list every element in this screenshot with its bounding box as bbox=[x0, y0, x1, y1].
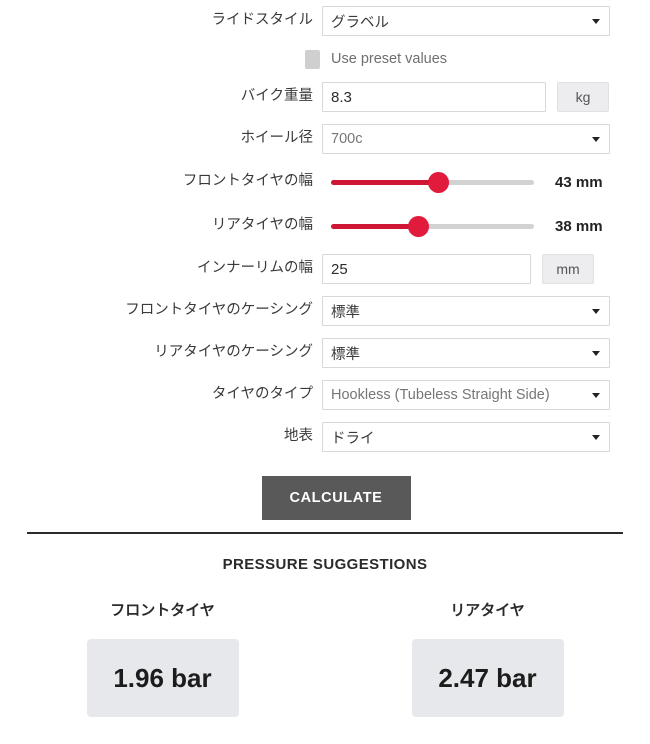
rear-tire-width-label: リアタイヤの幅 bbox=[211, 217, 313, 234]
field-row-front-casing: フロントタイヤのケーシング 標準 bbox=[0, 290, 650, 332]
rear-casing-control: 標準 bbox=[322, 338, 650, 368]
front-tire-width-value: 43 mm bbox=[555, 173, 603, 191]
field-row-use-preset: Use preset values bbox=[0, 42, 650, 76]
ride-style-control: グラベル bbox=[322, 6, 650, 36]
chevron-down-icon bbox=[592, 19, 600, 24]
front-casing-select[interactable]: 標準 bbox=[322, 296, 610, 326]
wheel-size-value: 700c bbox=[331, 131, 363, 147]
surface-label: 地表 bbox=[284, 428, 313, 445]
front-tire-width-slider[interactable] bbox=[331, 171, 534, 193]
result-front-label: フロントタイヤ bbox=[110, 602, 215, 619]
bike-weight-label: バイク重量 bbox=[240, 88, 313, 105]
rear-slider-thumb[interactable] bbox=[407, 215, 429, 237]
field-row-wheel-size: ホイール径 700c bbox=[0, 118, 650, 160]
front-casing-control: 標準 bbox=[322, 296, 650, 326]
front-slider-thumb[interactable] bbox=[428, 171, 450, 193]
rear-casing-label: リアタイヤのケーシング bbox=[154, 344, 313, 361]
inner-rim-width-unit[interactable]: mm bbox=[542, 254, 594, 284]
tire-type-label: タイヤのタイプ bbox=[211, 386, 313, 403]
front-casing-value: 標準 bbox=[331, 304, 360, 321]
results-section: フロントタイヤ 1.96 bar リアタイヤ 2.47 bar bbox=[0, 599, 650, 717]
bike-weight-input[interactable] bbox=[322, 82, 546, 112]
ride-style-label: ライドスタイル bbox=[211, 12, 314, 29]
field-row-inner-rim-width: インナーリムの幅 mm bbox=[0, 248, 650, 290]
surface-select[interactable]: ドライ bbox=[322, 422, 610, 452]
inner-rim-width-control: mm bbox=[322, 254, 650, 284]
result-front: フロントタイヤ 1.96 bar bbox=[0, 599, 325, 717]
rear-tire-width-slider[interactable] bbox=[331, 215, 534, 237]
result-rear-value: 2.47 bar bbox=[438, 662, 537, 693]
rear-slider-fill bbox=[331, 223, 419, 229]
front-tire-width-label: フロントタイヤの幅 bbox=[182, 173, 313, 190]
front-casing-label: フロントタイヤのケーシング bbox=[125, 302, 313, 319]
field-row-surface: 地表 ドライ bbox=[0, 416, 650, 458]
tire-type-value: Hookless (Tubeless Straight Side) bbox=[331, 387, 550, 403]
surface-control: ドライ bbox=[322, 422, 650, 452]
field-row-rear-tire-width: リアタイヤの幅 38 mm bbox=[0, 204, 650, 248]
chevron-down-icon bbox=[592, 435, 600, 440]
rear-tire-width-control: 38 mm bbox=[322, 215, 650, 237]
field-row-rear-casing: リアタイヤのケーシング 標準 bbox=[0, 332, 650, 374]
calculate-button-wrap: CALCULATE bbox=[0, 476, 650, 520]
field-row-tire-type: タイヤのタイプ Hookless (Tubeless Straight Side… bbox=[0, 374, 650, 416]
calculate-button[interactable]: CALCULATE bbox=[261, 476, 411, 520]
section-divider bbox=[27, 532, 623, 534]
wheel-size-control: 700c bbox=[322, 124, 650, 154]
front-tire-width-control: 43 mm bbox=[322, 171, 650, 193]
field-row-bike-weight: バイク重量 kg bbox=[0, 76, 650, 118]
ride-style-select[interactable]: グラベル bbox=[322, 6, 610, 36]
wheel-size-select[interactable]: 700c bbox=[322, 124, 610, 154]
tire-type-select[interactable]: Hookless (Tubeless Straight Side) bbox=[322, 380, 610, 410]
ride-style-value: グラベル bbox=[331, 14, 389, 31]
inner-rim-width-input[interactable] bbox=[322, 254, 531, 284]
bike-weight-control: kg bbox=[322, 82, 650, 112]
result-rear: リアタイヤ 2.47 bar bbox=[325, 599, 650, 717]
tire-type-control: Hookless (Tubeless Straight Side) bbox=[322, 380, 650, 410]
rear-tire-width-value: 38 mm bbox=[555, 217, 603, 235]
field-row-front-tire-width: フロントタイヤの幅 43 mm bbox=[0, 160, 650, 204]
chevron-down-icon bbox=[592, 137, 600, 142]
use-preset-label: Use preset values bbox=[331, 51, 448, 67]
result-front-box: 1.96 bar bbox=[86, 639, 239, 717]
rear-casing-select[interactable]: 標準 bbox=[322, 338, 610, 368]
result-front-value: 1.96 bar bbox=[113, 662, 212, 693]
inner-rim-width-label: インナーリムの幅 bbox=[197, 260, 313, 277]
wheel-size-label: ホイール径 bbox=[240, 130, 314, 147]
chevron-down-icon bbox=[592, 393, 600, 398]
bike-weight-unit[interactable]: kg bbox=[557, 82, 609, 112]
field-row-ride-style: ライドスタイル グラベル bbox=[0, 0, 650, 42]
tire-pressure-form: ライドスタイル グラベル Use preset values バイク重量 kg … bbox=[0, 0, 650, 520]
result-rear-label: リアタイヤ bbox=[450, 602, 525, 619]
chevron-down-icon bbox=[592, 309, 600, 314]
results-title: PRESSURE SUGGESTIONS bbox=[222, 556, 428, 573]
use-preset-checkbox[interactable] bbox=[305, 49, 320, 69]
chevron-down-icon bbox=[592, 351, 600, 356]
surface-value: ドライ bbox=[331, 430, 375, 447]
rear-casing-value: 標準 bbox=[331, 346, 360, 363]
result-rear-box: 2.47 bar bbox=[411, 639, 564, 717]
front-slider-fill bbox=[331, 179, 439, 185]
